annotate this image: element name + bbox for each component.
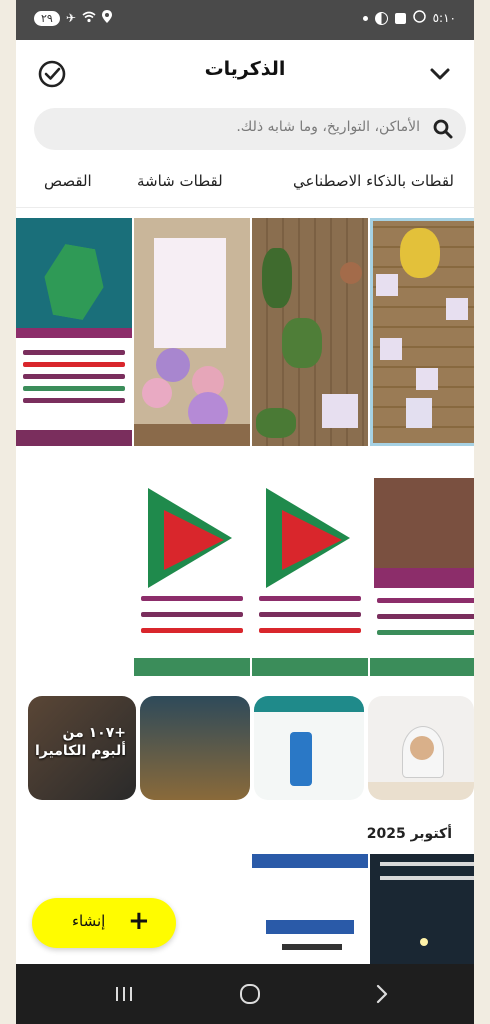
search-input[interactable]: الأماكن، التواريخ، وما شابه ذلك. (34, 108, 466, 150)
tabs-divider (16, 207, 474, 208)
home-icon[interactable] (230, 980, 270, 1008)
memory-thumbnail-poster-event[interactable] (370, 448, 474, 676)
status-badge: ٢٩ (34, 10, 60, 26)
section-title: أكتوبر 2025 (366, 826, 452, 842)
memory-thumbnail-poster-play-1[interactable] (134, 448, 250, 676)
phone-screen: ٢٩ ✈ ٥:١٠ الذكريات الأماكن، التواريخ، وم… (16, 0, 474, 1024)
tab-ai-snaps[interactable]: لقطات بالذكاء الاصطناعي (293, 172, 454, 190)
message-icon (394, 12, 406, 24)
plus-icon: + (128, 906, 150, 936)
airplane-icon: ✈ (65, 11, 76, 25)
create-button-label: إنشاء (72, 912, 106, 930)
tab-stories[interactable]: القصص (44, 172, 92, 190)
clock-time: ٥:١٠ (432, 11, 456, 25)
memory-thumbnail-plants-table[interactable] (252, 218, 368, 446)
story-camera-album[interactable]: +١٠٧ من ألبوم الكاميرا (28, 696, 136, 800)
whatsapp-icon (412, 10, 426, 26)
recent-apps-icon[interactable] (104, 980, 144, 1008)
story-thumbnail-3[interactable] (254, 696, 364, 800)
memory-thumbnail-flower-table[interactable] (370, 218, 474, 446)
story-thumbnail-4[interactable] (368, 696, 474, 800)
chevron-down-icon[interactable] (424, 58, 456, 90)
memory-thumbnail-balloons[interactable] (134, 218, 250, 446)
memory-thumbnail-poster-teal[interactable] (16, 218, 132, 446)
tab-screenshots[interactable]: لقطات شاشة (137, 172, 223, 190)
memory-thumbnail-poster-play-2[interactable] (252, 448, 368, 676)
memory-thumbnail-night[interactable] (370, 854, 474, 964)
system-navigation-bar (16, 964, 474, 1024)
back-chevron-icon[interactable] (362, 980, 402, 1008)
create-button[interactable]: إنشاء + (32, 898, 176, 948)
status-bar: ٢٩ ✈ ٥:١٠ (16, 0, 474, 40)
page-title: الذكريات (204, 58, 286, 80)
location-icon (101, 10, 112, 26)
story-thumbnail-2[interactable] (140, 696, 250, 800)
memory-thumbnail-poster-oct-1[interactable] (252, 854, 368, 964)
stories-row: +١٠٧ من ألبوم الكاميرا (28, 696, 474, 800)
story-label: +١٠٧ من ألبوم الكاميرا (34, 725, 126, 760)
filter-tabs: لقطات بالذكاء الاصطناعي لقطات شاشة القصص (16, 168, 474, 202)
wifi-icon (82, 11, 96, 26)
search-icon (432, 118, 454, 140)
header: الذكريات (16, 48, 474, 98)
dark-mode-icon (374, 11, 388, 25)
search-placeholder: الأماكن، التواريخ، وما شابه ذلك. (236, 119, 420, 135)
notification-dot-icon (362, 15, 368, 21)
